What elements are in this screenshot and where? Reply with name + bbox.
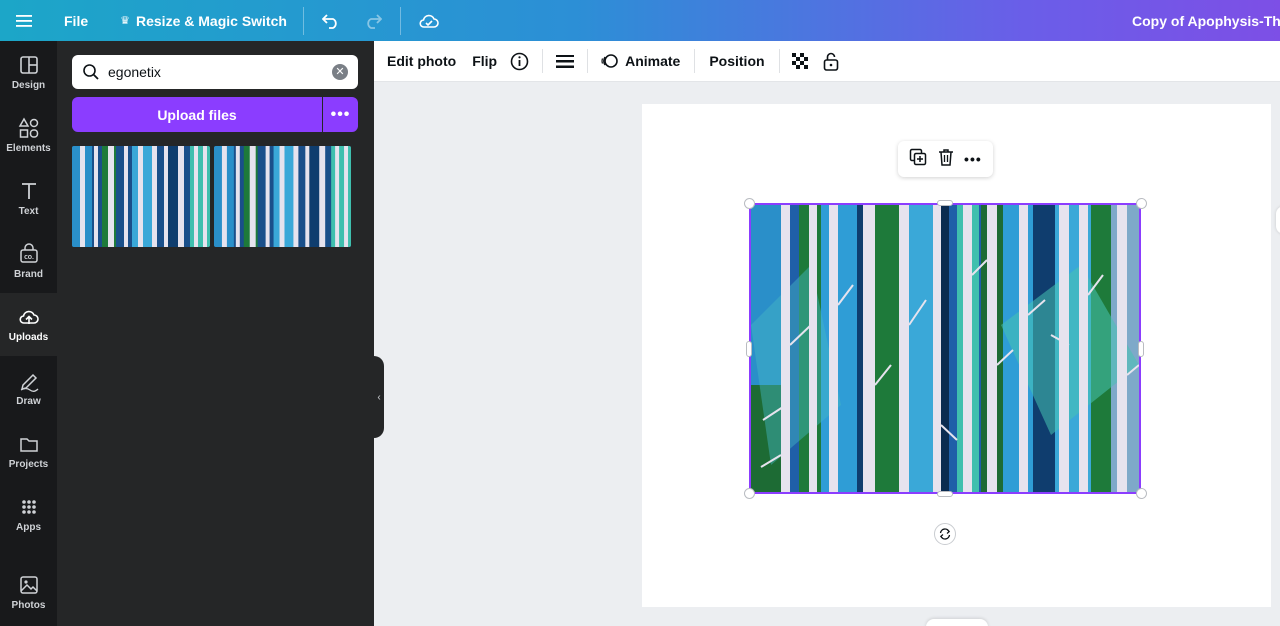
rail-item-elements[interactable]: Elements [0, 104, 57, 167]
transparency-icon[interactable] [791, 41, 809, 82]
search-input[interactable] [108, 64, 324, 80]
rotate-icon[interactable] [934, 523, 956, 545]
resize-handle-top-left[interactable] [744, 198, 755, 209]
rail-item-projects[interactable]: Projects [0, 420, 57, 483]
divider [587, 49, 589, 73]
uploaded-image-thumbnail[interactable] [72, 146, 210, 247]
text-icon [21, 183, 36, 199]
upload-more-options-icon[interactable]: ••• [323, 97, 358, 132]
pen-icon [20, 373, 38, 392]
file-menu-button[interactable]: File [54, 0, 98, 41]
collapse-panel-button[interactable]: ‹ [374, 356, 384, 438]
rail-item-uploads[interactable]: Uploads [0, 293, 57, 356]
duplicate-icon[interactable] [909, 148, 927, 171]
position-button[interactable]: Position [709, 41, 764, 82]
show-pages-toggle[interactable] [926, 619, 988, 626]
divider [778, 49, 780, 73]
rail-item-apps[interactable]: Apps [0, 483, 57, 546]
search-box: ✕ [72, 55, 358, 89]
resize-handle-top[interactable] [937, 200, 953, 206]
clear-search-icon[interactable]: ✕ [332, 64, 348, 80]
divider [694, 49, 696, 73]
upload-cloud-icon [18, 310, 39, 324]
animate-icon [601, 54, 618, 68]
resize-label: Resize & Magic Switch [136, 12, 287, 29]
top-bar: File ♛ Resize & Magic Switch Copy of Apo… [0, 0, 1280, 41]
rail-item-label: Photos [11, 600, 46, 611]
divider [542, 49, 544, 73]
image-icon [19, 576, 38, 594]
info-icon[interactable] [510, 41, 529, 82]
more-options-icon[interactable]: ••• [964, 151, 982, 167]
uploaded-image-thumbnail[interactable] [214, 146, 351, 247]
selected-image[interactable] [749, 203, 1141, 494]
upload-files-button[interactable]: Upload files [72, 97, 322, 132]
resize-handle-right[interactable] [1138, 341, 1144, 357]
search-icon [83, 64, 99, 80]
folder-icon [19, 438, 38, 452]
divider [302, 6, 304, 35]
resize-magic-switch-button[interactable]: ♛ Resize & Magic Switch [110, 0, 297, 41]
rail-item-label: Apps [16, 522, 41, 533]
rail-item-label: Uploads [8, 332, 49, 343]
rail-item-label: Elements [6, 143, 51, 154]
layout-icon [19, 56, 38, 74]
rail-item-photos[interactable]: Photos [0, 561, 57, 624]
resize-handle-bottom-right[interactable] [1136, 488, 1147, 499]
animate-button[interactable]: Animate [601, 41, 680, 82]
trash-icon[interactable] [938, 148, 954, 171]
shapes-icon [18, 117, 38, 138]
right-panel-toggle[interactable] [1276, 206, 1280, 234]
flip-button[interactable]: Flip [472, 41, 497, 82]
document-title[interactable]: Copy of Apophysis-ThePa [1132, 0, 1280, 41]
cloud-save-icon[interactable] [407, 0, 451, 41]
left-rail: Design Elements Text CO. Brand Uploads D… [0, 41, 57, 626]
edit-photo-button[interactable]: Edit photo [387, 41, 456, 82]
context-toolbar: Edit photo Flip Animate Position [374, 41, 1280, 82]
resize-handle-top-right[interactable] [1136, 198, 1147, 209]
rail-item-label: Projects [8, 459, 49, 470]
undo-icon[interactable] [310, 0, 352, 41]
svg-text:CO.: CO. [24, 255, 34, 261]
lock-icon[interactable] [823, 41, 839, 82]
rail-item-label: Draw [16, 396, 41, 407]
rail-item-design[interactable]: Design [0, 41, 57, 104]
resize-handle-left[interactable] [746, 341, 752, 357]
resize-handle-bottom-left[interactable] [744, 488, 755, 499]
rail-item-label: Brand [14, 269, 43, 280]
grid-icon [21, 500, 36, 514]
redo-icon[interactable] [352, 0, 394, 41]
line-spacing-icon[interactable] [556, 41, 575, 82]
resize-handle-bottom[interactable] [937, 491, 953, 497]
upload-row: Upload files ••• [72, 97, 358, 132]
brand-icon: CO. [19, 243, 38, 263]
floating-element-toolbar: ••• [898, 141, 993, 177]
magic-crown-icon: ♛ [120, 15, 130, 27]
rail-item-text[interactable]: Text [0, 167, 57, 230]
rail-item-brand[interactable]: CO. Brand [0, 230, 57, 293]
animate-label: Animate [625, 53, 681, 69]
divider [399, 6, 401, 35]
uploads-panel: ✕ Upload files ••• [57, 41, 374, 626]
rail-item-label: Text [18, 206, 39, 217]
menu-icon[interactable] [2, 0, 46, 41]
rail-item-draw[interactable]: Draw [0, 357, 57, 420]
rail-item-label: Design [11, 80, 46, 91]
